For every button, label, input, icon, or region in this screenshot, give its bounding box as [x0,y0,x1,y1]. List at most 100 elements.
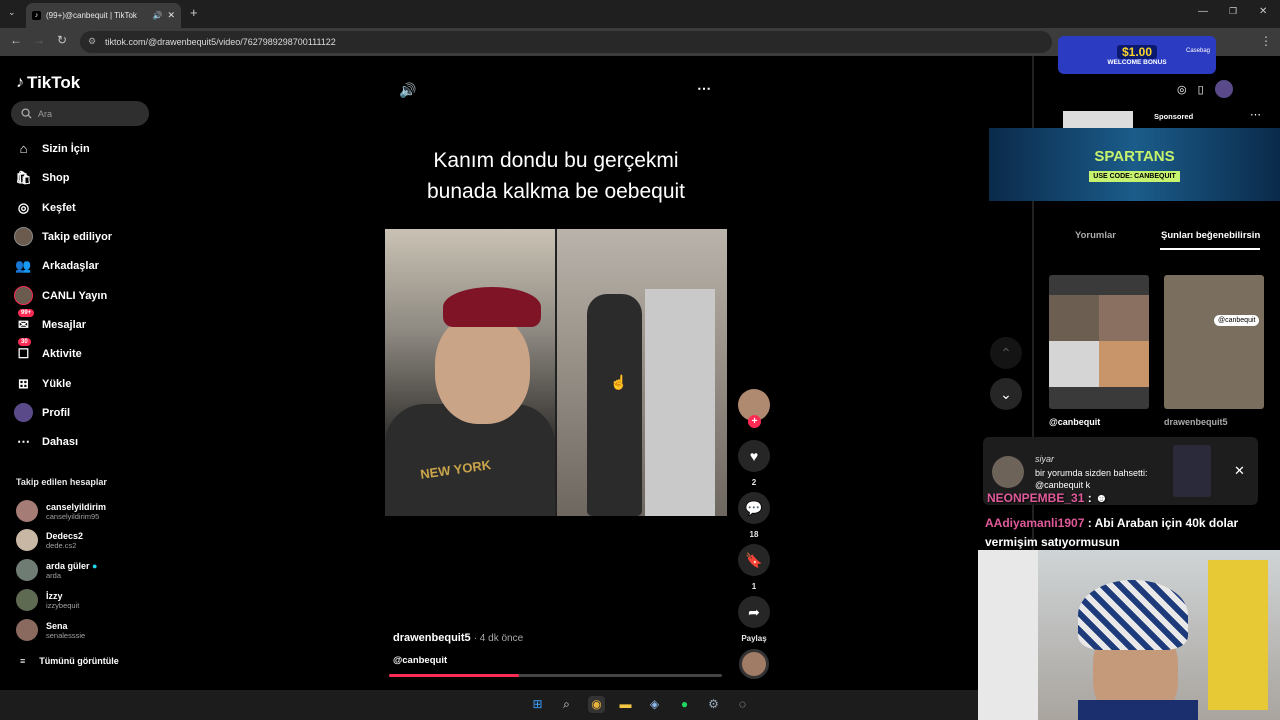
fridge [645,289,715,516]
forward-icon[interactable]: → [33,33,45,47]
file-explorer-icon[interactable]: ▬ [617,696,634,713]
browser-tab[interactable]: ♪ (99+)@canbequit | TikTok 🔊 ✕ [26,3,181,28]
hand-cursor-icon: ☝ [610,374,628,390]
sidebar-item-more[interactable]: ⋯ Dahası [14,432,78,451]
new-tab-icon[interactable]: + [190,5,198,20]
close-tab-icon[interactable]: ✕ [167,10,175,21]
messages-badge: 99+ [18,309,35,317]
bucket-hat [1078,580,1188,650]
followed-account[interactable]: arda güler ● arda [16,559,97,581]
tiktok-note-icon: ♪ [16,74,24,91]
previous-video-button[interactable]: ⌃ [990,337,1022,369]
settings-gear-icon[interactable]: ⚙ [705,696,722,713]
sidebar-item-live[interactable]: CANLI Yayın [14,286,107,305]
browser-tab-bar: ⌄ ♪ (99+)@canbequit | TikTok 🔊 ✕ + — ❐ ✕ [0,0,1280,28]
sidebar-item-messages[interactable]: ✉ 99+ Mesajlar [14,309,86,334]
share-label: Paylaş [741,634,767,643]
followed-account[interactable]: Dedecs2 dede.cs2 [16,529,83,551]
back-icon[interactable]: ← [10,33,22,47]
tab-list-icon[interactable]: ⌄ [8,7,16,18]
follow-plus-icon[interactable]: + [748,415,761,428]
volume-icon[interactable]: 🔊 [399,82,416,99]
speaker-icon[interactable]: 🔊 [152,11,162,20]
minimize-icon[interactable]: — [1198,6,1208,17]
streamer-shirt [1078,700,1198,720]
reload-icon[interactable]: ↻ [57,33,67,47]
tab-suggested[interactable]: Şunları beğenebilirsin [1161,230,1260,241]
compass-icon[interactable]: ◎ [1177,83,1187,96]
next-video-button[interactable]: ⌄ [990,378,1022,410]
account-username: dede.cs2 [46,540,77,550]
phone-icon[interactable]: ▯ [1198,83,1204,96]
music-disc[interactable] [739,649,769,679]
close-window-icon[interactable]: ✕ [1259,6,1267,17]
search-icon[interactable]: ⌕ [558,696,575,713]
spotify-icon[interactable]: ● [676,696,693,713]
search-icon [21,108,32,119]
url-field[interactable]: ⚙ tiktok.com/@drawenbequit5/video/762798… [80,31,1052,53]
door [978,550,1038,720]
followed-account[interactable]: canselyildirim canselyildirim95 [16,500,106,522]
user-avatar[interactable] [1214,80,1233,98]
save-button[interactable]: 🔖 1 [738,544,770,591]
following-accounts-title: Takip edilen hesaplar [16,477,107,487]
tab-title: (99+)@canbequit | TikTok [46,11,137,20]
menu-kebab-icon[interactable]: ⋮ [1260,34,1272,48]
sidebar-item-label: Aktivite [42,347,82,360]
sidebar-item-explore[interactable]: ◎ Keşfet [14,198,76,217]
sidebar-item-activity[interactable]: ☐ 30 Aktivite [14,338,82,363]
see-all-link[interactable]: ≡ Tümünü görüntüle [20,656,119,666]
account-name: canselyildirim [46,501,107,512]
suggested-video-thumbnail[interactable] [1049,275,1149,409]
steam-icon[interactable]: ◈ [646,696,663,713]
sidebar-item-upload[interactable]: ⊞ Yükle [14,374,71,393]
video-right-panel [555,229,727,516]
ad-thumbnail [1063,111,1133,128]
search-placeholder: Ara [38,108,53,119]
video-tile [1099,295,1149,341]
windows-start-icon[interactable]: ⊞ [529,696,546,713]
sidebar-item-label: CANLI Yayın [42,289,108,302]
more-options-icon[interactable]: ⋯ [697,80,711,97]
account-username: arda [46,570,62,580]
search-input[interactable]: Ara [11,101,149,126]
app-icon[interactable]: ◌ [734,696,751,713]
suggested-video-handle[interactable]: @canbequit [1049,417,1100,427]
video-player[interactable]: NEW YORK [385,229,727,516]
comment-button[interactable]: 💬 18 [738,492,770,539]
like-button[interactable]: ♥ 2 [738,440,770,487]
followed-account[interactable]: İzzy izzybequit [16,589,79,611]
promo-banner[interactable]: $1.00 WELCOME BONUS Casebag [1058,36,1216,74]
close-icon[interactable]: ✕ [1234,463,1245,479]
sidebar-item-profile[interactable]: Profil [14,403,70,422]
video-author[interactable]: drawenbequit5 · 4 dk önce [393,632,523,644]
video-progress-bar[interactable] [389,674,722,677]
chrome-icon[interactable]: ◉ [588,696,605,713]
suggested-video-handle[interactable]: drawenbequit5 [1164,417,1228,427]
tiktok-logo[interactable]: ♪ TikTok [16,73,80,93]
restore-icon[interactable]: ❐ [1229,6,1237,17]
avatar [16,589,38,611]
ad-more-icon[interactable]: ⋯ [1250,108,1261,121]
account-name: arda güler ● [46,561,97,571]
avatar [16,619,38,641]
tab-comments[interactable]: Yorumlar [1075,230,1116,241]
sidebar-item-for-you[interactable]: ⌂ Sizin İçin [14,139,90,158]
followed-account[interactable]: Sena senalesssie [16,619,85,641]
avatar [992,456,1024,488]
spartans-ad[interactable]: SPARTANS USE CODE: CANBEQUIT [989,128,1280,201]
video-mention[interactable]: @canbequit [393,655,447,666]
share-button[interactable]: ➦ Paylaş [738,596,770,643]
dancing-person [587,294,642,516]
jersey [1208,560,1268,710]
sidebar-item-following[interactable]: Takip ediliyor [14,227,112,246]
jersey-text: NEW YORK [419,457,492,482]
home-icon: ⌂ [19,141,28,156]
top-right-actions: ◎ ▯ [1177,80,1233,98]
account-username: izzybequit [46,600,80,610]
suggested-video-thumbnail[interactable]: @canbequit [1164,275,1264,409]
site-info-icon[interactable]: ⚙ [88,36,96,47]
sidebar-item-shop[interactable]: 🛍 Shop [14,168,69,187]
sidebar-item-friends[interactable]: 👥 Arkadaşlar [14,256,98,275]
share-icon: ➦ [738,596,770,628]
